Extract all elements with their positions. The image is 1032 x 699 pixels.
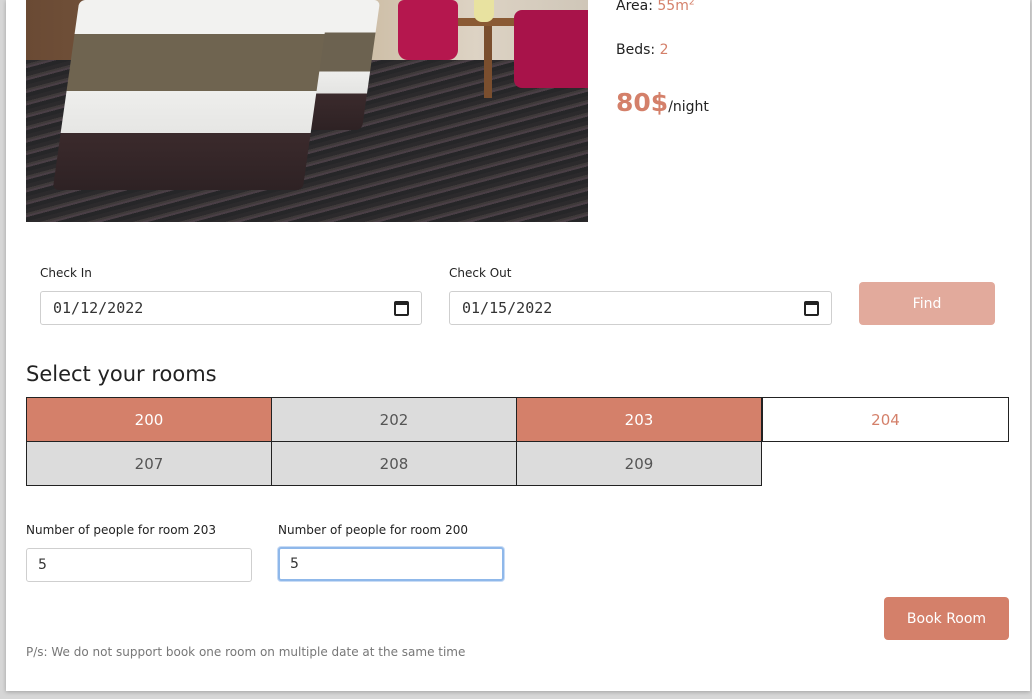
book-room-button[interactable]: Book Room <box>884 597 1009 640</box>
room-photo <box>26 0 588 222</box>
people-room-200-label: Number of people for room 200 <box>278 523 468 537</box>
room-cell[interactable]: 209 <box>516 441 762 486</box>
check-out-date-input[interactable]: 01/15/2022 <box>449 291 832 325</box>
find-button[interactable]: Find <box>859 282 995 325</box>
beds-label: Beds: <box>616 42 656 58</box>
area-value: 55m2 <box>657 0 695 14</box>
room-cell[interactable]: 200 <box>26 397 272 442</box>
calendar-icon[interactable] <box>804 300 819 316</box>
check-out-label: Check Out <box>449 266 512 280</box>
price-unit: /night <box>668 99 709 115</box>
people-room-200-input[interactable]: 5 <box>278 547 504 581</box>
people-room-203-input[interactable]: 5 <box>26 548 252 582</box>
room-beds: Beds: 2 <box>616 42 669 58</box>
calendar-icon[interactable] <box>394 300 409 316</box>
booking-note: P/s: We do not support book one room on … <box>26 645 466 659</box>
check-out-value: 01/15/2022 <box>462 299 553 317</box>
room-cell[interactable]: 202 <box>271 397 517 442</box>
beds-value: 2 <box>659 42 669 58</box>
check-in-date-input[interactable]: 01/12/2022 <box>40 291 422 325</box>
rooms-grid: 200 202 203 204 207 208 209 <box>26 397 1009 486</box>
room-price: 80$/night <box>616 88 709 117</box>
check-in-label: Check In <box>40 266 92 280</box>
room-detail-card: Area: 55m2 Beds: 2 80$/night Check In 01… <box>6 0 1030 691</box>
select-rooms-title: Select your rooms <box>26 362 217 386</box>
room-cell[interactable]: 208 <box>271 441 517 486</box>
area-label: Area: <box>616 0 653 14</box>
check-in-value: 01/12/2022 <box>53 299 144 317</box>
room-cell[interactable]: 204 <box>762 397 1009 442</box>
room-area: Area: 55m2 <box>616 0 695 14</box>
people-room-203-label: Number of people for room 203 <box>26 523 216 537</box>
room-cell[interactable]: 207 <box>26 441 272 486</box>
room-cell[interactable]: 203 <box>516 397 762 442</box>
price-amount: 80$ <box>616 88 669 117</box>
